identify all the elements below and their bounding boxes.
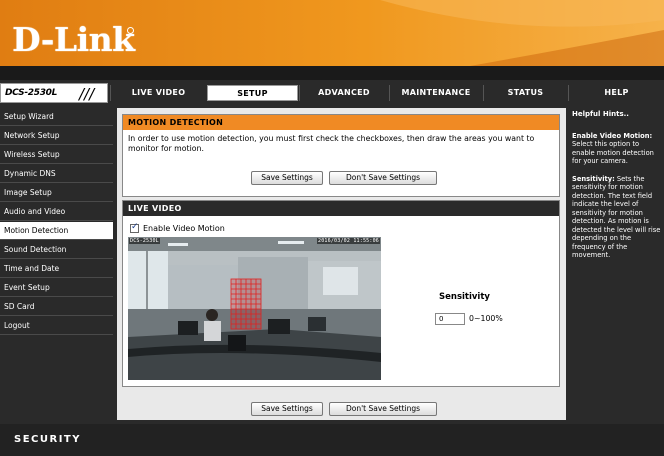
sensitivity-range-text: 0~100%	[469, 314, 503, 323]
tab-advanced[interactable]: ADVANCED	[299, 85, 388, 101]
tab-maintenance[interactable]: MAINTENANCE	[389, 85, 482, 101]
model-slash-decoration: ///	[79, 85, 95, 103]
main-content: MOTION DETECTION In order to use motion …	[117, 108, 566, 420]
dont-save-settings-button-bottom[interactable]: Don't Save Settings	[329, 402, 437, 416]
video-overlay-camera-name: DCS-2530L	[129, 238, 160, 244]
dlink-logo: D-Link	[12, 20, 135, 59]
registered-mark-icon	[127, 27, 134, 34]
footer-security-label: SECURITY	[14, 434, 81, 445]
sidebar-item-sound-detection[interactable]: Sound Detection	[0, 241, 113, 259]
hint-sensitivity-text: Sets the sensitivity for motion detectio…	[572, 174, 661, 260]
hint-enable-text: Select this option to enable motion dete…	[572, 140, 654, 165]
header-banner: D-Link	[0, 0, 664, 80]
sidebar-item-network-setup[interactable]: Network Setup	[0, 127, 113, 145]
hint-enable-video-motion: Enable Video Motion: Select this option …	[572, 132, 661, 166]
model-name: DCS-2530L	[5, 88, 58, 98]
motion-detection-title: MOTION DETECTION	[123, 115, 559, 130]
helpful-hints-panel: Helpful Hints.. Enable Video Motion: Sel…	[568, 108, 664, 420]
save-settings-button-top[interactable]: Save Settings	[251, 171, 323, 185]
top-nav: DCS-2530L /// LIVE VIDEO SETUP ADVANCED …	[0, 83, 664, 103]
sidebar-item-wireless-setup[interactable]: Wireless Setup	[0, 146, 113, 164]
enable-video-motion-label: Enable Video Motion	[143, 224, 225, 233]
tab-setup[interactable]: SETUP	[207, 85, 298, 101]
sidebar-item-time-date[interactable]: Time and Date	[0, 260, 113, 278]
sensitivity-input[interactable]: 0	[435, 313, 465, 325]
sensitivity-label: Sensitivity	[439, 292, 490, 302]
save-settings-button-bottom[interactable]: Save Settings	[251, 402, 323, 416]
enable-video-motion-checkbox[interactable]: ✓	[130, 222, 139, 233]
app-root: D-Link DCS-2530L /// LIVE VIDEO SETUP AD…	[0, 0, 664, 456]
hint-enable-heading: Enable Video Motion:	[572, 131, 653, 140]
live-video-view[interactable]: DCS-2530L 2016/03/02 11:55:06	[128, 237, 381, 380]
sidebar-item-setup-wizard[interactable]: Setup Wizard	[0, 108, 113, 126]
footer: SECURITY	[0, 424, 664, 456]
sidebar-item-image-setup[interactable]: Image Setup	[0, 184, 113, 202]
motion-detection-panel: MOTION DETECTION In order to use motion …	[122, 114, 560, 197]
camera-scene	[128, 237, 381, 380]
dont-save-settings-button-top[interactable]: Don't Save Settings	[329, 171, 437, 185]
sidebar-item-logout[interactable]: Logout	[0, 317, 113, 335]
live-video-title: LIVE VIDEO	[123, 201, 559, 216]
sidebar-item-sd-card[interactable]: SD Card	[0, 298, 113, 316]
check-icon: ✓	[131, 222, 139, 232]
sidebar-item-audio-video[interactable]: Audio and Video	[0, 203, 113, 221]
model-box: DCS-2530L ///	[0, 83, 108, 103]
hint-sensitivity: Sensitivity: Sets the sensitivity for mo…	[572, 175, 661, 260]
tab-live-video[interactable]: LIVE VIDEO	[110, 85, 206, 101]
motion-intro-text: In order to use motion detection, you mu…	[128, 134, 535, 153]
tab-status[interactable]: STATUS	[483, 85, 567, 101]
sidebar-item-motion-detection[interactable]: Motion Detection	[0, 222, 113, 240]
banner-strip	[0, 66, 664, 80]
hint-sensitivity-heading: Sensitivity:	[572, 174, 615, 183]
sidebar-item-dynamic-dns[interactable]: Dynamic DNS	[0, 165, 113, 183]
hints-title: Helpful Hints..	[572, 110, 629, 118]
sidebar-item-event-setup[interactable]: Event Setup	[0, 279, 113, 297]
video-overlay-timestamp: 2016/03/02 11:55:06	[317, 238, 380, 244]
tab-help[interactable]: HELP	[568, 85, 664, 101]
sidebar: Setup Wizard Network Setup Wireless Setu…	[0, 108, 113, 420]
motion-grid	[230, 278, 262, 330]
